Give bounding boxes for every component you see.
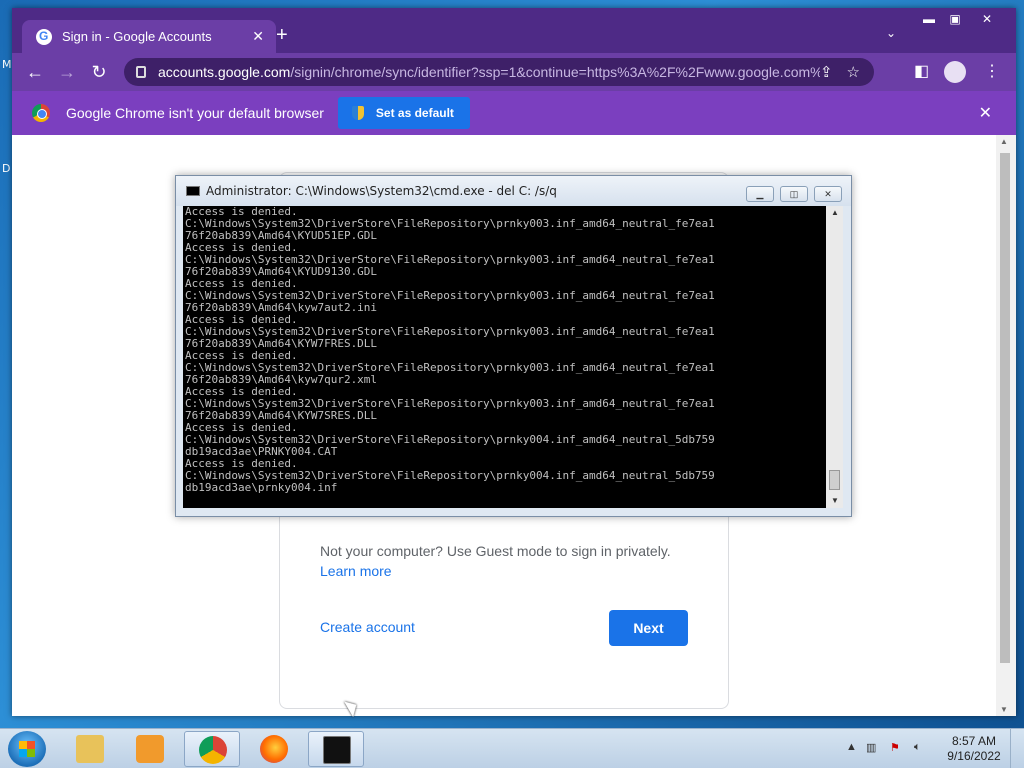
taskbar-cmd[interactable]: [308, 731, 364, 767]
back-arrow-icon[interactable]: ←: [24, 61, 46, 83]
set-as-default-label: Set as default: [375, 106, 454, 120]
clock-time: 8:57 AM: [951, 734, 997, 748]
start-button[interactable]: [8, 731, 46, 767]
cmd-titlebar[interactable]: Administrator: C:\Windows\System32\cmd.e…: [176, 176, 851, 206]
create-account-link[interactable]: Create account: [320, 619, 415, 635]
guest-mode-text: Not your computer? Use Guest mode to sig…: [320, 543, 671, 559]
cmd-icon: [323, 736, 351, 764]
tab-close-icon[interactable]: ✕: [252, 28, 264, 45]
reload-icon[interactable]: ↻: [88, 61, 110, 83]
cmd-scroll-down-icon[interactable]: ▼: [831, 496, 839, 505]
cmd-window[interactable]: Administrator: C:\Windows\System32\cmd.e…: [175, 175, 852, 517]
scroll-up-icon[interactable]: ▲: [1000, 137, 1008, 146]
tab-sign-in[interactable]: Sign in - Google Accounts ✕: [22, 20, 276, 53]
firefox-icon: [260, 735, 288, 763]
minimize-icon[interactable]: ▬: [918, 10, 940, 28]
show-desktop-button[interactable]: [1010, 729, 1024, 768]
show-hidden-icons-chevron-icon[interactable]: ▲: [846, 741, 857, 753]
google-favicon-icon: [36, 28, 52, 45]
cmd-console-output[interactable]: Access is denied. C:\Windows\System32\Dri…: [183, 206, 826, 508]
cmd-icon: [186, 186, 200, 196]
set-as-default-button[interactable]: Set as default: [337, 97, 470, 129]
console-line: db19acd3ae\prnky004.inf: [185, 481, 338, 494]
tab-title: Sign in - Google Accounts: [62, 29, 212, 44]
shield-icon: [351, 106, 364, 120]
maximize-icon[interactable]: ▣: [944, 10, 966, 28]
cmd-close-icon[interactable]: ✕: [814, 186, 842, 202]
taskbar-chrome[interactable]: [184, 731, 240, 767]
chrome-toolbar: ← → ↻ accounts.google.com/signin/chrome/…: [12, 53, 1016, 91]
infobar-close-icon[interactable]: ✕: [979, 103, 992, 123]
scrollbar-thumb[interactable]: [1000, 153, 1010, 663]
system-clock[interactable]: 8:57 AM 9/16/2022: [946, 734, 1002, 764]
cmd-scrollbar[interactable]: ▲ ▼: [826, 206, 843, 508]
learn-more-link[interactable]: Learn more: [320, 563, 392, 579]
taskbar-media-player[interactable]: [122, 731, 178, 767]
new-tab-icon[interactable]: +: [276, 24, 288, 47]
close-window-icon[interactable]: ✕: [974, 10, 1000, 28]
desktop-icon-label: M: [2, 58, 12, 71]
default-browser-infobar: Google Chrome isn't your default browser…: [12, 91, 1016, 135]
cmd-restore-icon[interactable]: ◫: [780, 186, 808, 202]
lock-icon[interactable]: [136, 66, 146, 78]
menu-kebab-icon[interactable]: ⋮: [984, 61, 1000, 81]
cmd-title: Administrator: C:\Windows\System32\cmd.e…: [206, 184, 557, 198]
clock-date: 9/16/2022: [947, 749, 1001, 763]
cmd-scroll-up-icon[interactable]: ▲: [831, 208, 839, 217]
next-button[interactable]: Next: [609, 610, 688, 646]
volume-icon[interactable]: 🔈︎: [914, 741, 921, 754]
chrome-titlebar: Sign in - Google Accounts ✕ + ⌄ ▬ ▣ ✕: [12, 8, 1016, 53]
network-icon[interactable]: ▥: [866, 741, 876, 754]
page-scrollbar[interactable]: ▲ ▼: [996, 135, 1016, 716]
bookmark-star-icon[interactable]: ☆: [847, 63, 860, 81]
desktop-icon-label: D: [2, 162, 11, 175]
side-panel-icon[interactable]: ◧: [914, 61, 929, 81]
forward-arrow-icon[interactable]: →: [56, 61, 78, 83]
url-text[interactable]: accounts.google.com/signin/chrome/sync/i…: [158, 64, 820, 80]
url-path: /signin/chrome/sync/identifier?ssp=1&con…: [290, 64, 820, 80]
address-bar[interactable]: accounts.google.com/signin/chrome/sync/i…: [124, 58, 874, 86]
taskbar-firefox[interactable]: [246, 731, 302, 767]
url-host: accounts.google.com: [158, 64, 291, 80]
share-icon[interactable]: ⇪: [820, 63, 833, 81]
infobar-message: Google Chrome isn't your default browser: [66, 105, 324, 121]
chrome-logo-icon: [32, 104, 50, 122]
taskbar: ▲ ▥ ⚑ 🔈︎ 8:57 AM 9/16/2022: [0, 728, 1024, 768]
profile-avatar-icon[interactable]: [944, 61, 966, 83]
cmd-scroll-thumb[interactable]: [829, 470, 840, 490]
folder-icon: [76, 735, 104, 763]
taskbar-file-explorer[interactable]: [62, 731, 118, 767]
media-player-icon: [136, 735, 164, 763]
scroll-down-icon[interactable]: ▼: [1000, 705, 1008, 714]
chrome-icon: [199, 736, 227, 764]
cmd-minimize-icon[interactable]: ▁: [746, 186, 774, 202]
action-center-flag-icon[interactable]: ⚑: [890, 741, 900, 754]
tab-search-chevron-icon[interactable]: ⌄: [886, 26, 896, 40]
